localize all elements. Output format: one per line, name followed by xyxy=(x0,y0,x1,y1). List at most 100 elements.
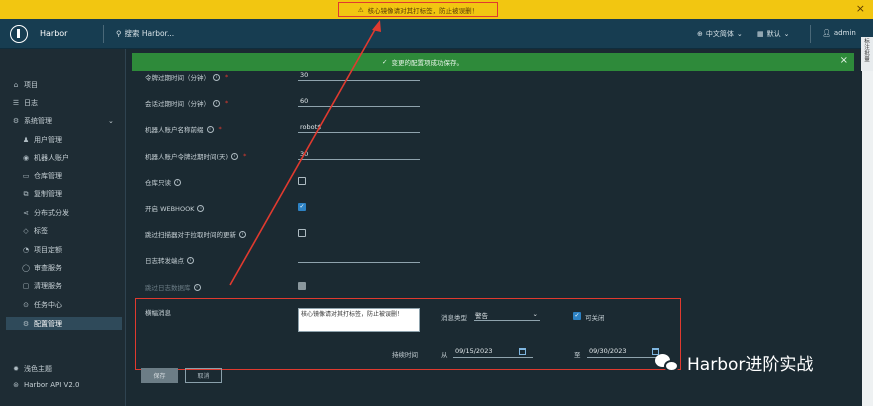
sidebar-item-robots[interactable]: ◉ 机器人账户 xyxy=(22,153,69,163)
language-switcher[interactable]: ⊕ 中文简体 ⌄ xyxy=(697,29,743,39)
audit-endpoint-label: 日志转发端点 i xyxy=(145,255,194,265)
theme-toggle[interactable]: ✹ 浅色主题 xyxy=(12,364,52,374)
sidebar-item-logs[interactable]: ☰ 日志 xyxy=(12,98,38,108)
webhook-label: 开启 WEBHOOK i xyxy=(145,203,205,213)
warning-icon: ⚠ xyxy=(357,5,364,14)
readonly-label: 仓库只读 i xyxy=(145,177,181,187)
robot-prefix-input[interactable] xyxy=(298,122,420,133)
quota-icon: ◔ xyxy=(22,246,30,254)
app-header: Harbor ⚲ ⊕ 中文简体 ⌄ ▦ 默认 ⌄ 👤︎ admin xyxy=(0,19,873,49)
to-label: 至 xyxy=(574,351,581,359)
robot-token-expiry-input[interactable] xyxy=(298,149,420,160)
cleanup-icon: ▢ xyxy=(22,282,30,290)
config-icon: ⚙ xyxy=(22,320,30,328)
info-icon: i xyxy=(193,283,201,291)
log-icon: ☰ xyxy=(12,99,20,107)
distribution-icon: ⋖ xyxy=(23,209,29,217)
scrollbar[interactable] xyxy=(862,71,873,406)
to-date-input[interactable]: 09/30/2023 xyxy=(587,347,659,358)
token-expiry-input[interactable] xyxy=(298,70,420,81)
harbor-logo-icon[interactable] xyxy=(10,25,28,43)
skip-scanner-checkbox[interactable] xyxy=(298,229,306,237)
label-icon: ◇ xyxy=(23,227,29,235)
top-banner: ⚠ 核心镜像请对其打标签，防止被误删！ × xyxy=(0,0,873,19)
message-type-select[interactable]: 警告 ⌄ xyxy=(474,310,540,321)
message-type-label: 消息类型 xyxy=(441,314,467,322)
readonly-checkbox[interactable] xyxy=(298,177,306,185)
side-tab[interactable]: 标 注 批 量 xyxy=(861,37,873,71)
skip-audit-label: 跳过日志数据库 i xyxy=(145,282,201,292)
closable-label: 可关闭 xyxy=(585,314,605,322)
from-label: 从 xyxy=(441,351,448,359)
skip-scanner-label: 跳过扫描器对于拉取时间的更新 i xyxy=(145,229,246,239)
admin-icon: ⚙ xyxy=(12,117,20,125)
chevron-down-icon: ⌄ xyxy=(783,30,790,38)
sidebar-item-registries[interactable]: ▭ 仓库管理 xyxy=(22,171,62,181)
token-expiry-label: 令牌过期时间（分钟） i * xyxy=(145,73,229,82)
success-notification: ✓ 变更的配置项成功保存。 × xyxy=(132,53,854,71)
session-expiry-input[interactable] xyxy=(298,96,420,107)
sidebar-item-jobs[interactable]: ⊙ 任务中心 xyxy=(22,300,62,310)
chevron-down-icon: ⌄ xyxy=(532,310,538,318)
sidebar-item-users[interactable]: ♟ 用户管理 xyxy=(22,135,62,145)
replication-icon: ⧉ xyxy=(23,189,29,198)
sidebar-item-interrogation[interactable]: ◯ 审查服务 xyxy=(22,263,62,273)
wechat-icon xyxy=(655,352,681,374)
closable-checkbox[interactable]: ✓ xyxy=(573,312,581,320)
check-circle-icon: ✓ xyxy=(382,58,388,66)
sidebar-item-cleanup[interactable]: ▢ 清理服务 xyxy=(22,281,62,291)
user-icon: 👤︎ xyxy=(822,29,831,37)
job-icon: ⊙ xyxy=(23,301,29,309)
theme-switcher[interactable]: ▦ 默认 ⌄ xyxy=(757,29,790,39)
save-button[interactable]: 保存 xyxy=(141,368,178,383)
info-icon[interactable]: i xyxy=(213,73,220,81)
robot-token-expiry-label: 机器人账户令牌过期时间(天) i * xyxy=(145,152,247,161)
sidebar-item-labels[interactable]: ◇ 标签 xyxy=(22,226,48,236)
info-icon[interactable]: i xyxy=(231,152,239,160)
banner-message-label: 横幅消息 xyxy=(145,309,171,317)
duration-label: 持续时间 xyxy=(392,351,418,359)
robot-icon: ◉ xyxy=(22,154,30,162)
sidebar-item-quotas[interactable]: ◔ 项目定额 xyxy=(22,245,62,255)
info-icon[interactable]: i xyxy=(239,230,246,238)
webhook-checkbox[interactable]: ✓ xyxy=(298,203,306,211)
chevron-down-icon: ⌄ xyxy=(736,30,743,38)
api-link[interactable]: ⊛ Harbor API V2.0 xyxy=(12,381,79,389)
sidebar-item-config[interactable]: ⚙ 配置管理 xyxy=(22,319,62,329)
sidebar-item-admin[interactable]: ⚙ 系统管理 ⌄ xyxy=(12,116,114,126)
search-bar[interactable]: ⚲ xyxy=(116,29,245,38)
info-icon[interactable]: i xyxy=(197,204,205,212)
info-icon[interactable]: i xyxy=(174,178,181,186)
registry-icon: ▭ xyxy=(22,172,30,180)
info-icon[interactable]: i xyxy=(206,125,214,133)
watermark: Harbor进阶实战 xyxy=(655,350,813,375)
interrogation-icon: ◯ xyxy=(22,264,30,272)
user-menu[interactable]: 👤︎ admin xyxy=(822,29,856,37)
globe-icon: ⊕ xyxy=(697,30,703,38)
close-icon[interactable]: × xyxy=(840,55,848,66)
chevron-down-icon: ⌄ xyxy=(108,117,114,125)
sidebar-item-replication[interactable]: ⧉ 复制管理 xyxy=(22,189,63,199)
search-input[interactable] xyxy=(124,29,245,38)
project-icon: ⌂ xyxy=(13,81,19,89)
api-icon: ⊛ xyxy=(13,381,19,389)
user-icon: ♟ xyxy=(22,136,30,144)
calendar-icon: ▦ xyxy=(757,30,764,38)
banner-message: ⚠ 核心镜像请对其打标签，防止被误删！ xyxy=(338,2,498,17)
skip-audit-checkbox xyxy=(298,282,306,290)
robot-prefix-label: 机器人账户名称前缀 i * xyxy=(145,125,222,134)
calendar-icon[interactable] xyxy=(519,348,526,355)
sun-icon: ✹ xyxy=(13,365,19,373)
app-title[interactable]: Harbor xyxy=(40,29,67,38)
session-expiry-label: 会话过期时间（分钟） i * xyxy=(145,99,229,108)
banner-message-textarea[interactable]: 核心镜像请对其打标签，防止被误删！ xyxy=(298,308,420,332)
cancel-button[interactable]: 取消 xyxy=(185,368,222,383)
sidebar-item-projects[interactable]: ⌂ 项目 xyxy=(12,80,38,90)
audit-endpoint-input[interactable] xyxy=(298,252,420,263)
info-icon[interactable]: i xyxy=(213,99,220,107)
search-icon: ⚲ xyxy=(116,29,122,38)
info-icon[interactable]: i xyxy=(187,256,194,264)
close-icon[interactable]: × xyxy=(856,2,865,15)
banner-text: 核心镜像请对其打标签，防止被误删！ xyxy=(367,6,479,15)
sidebar-item-distribution[interactable]: ⋖ 分布式分发 xyxy=(22,208,69,218)
